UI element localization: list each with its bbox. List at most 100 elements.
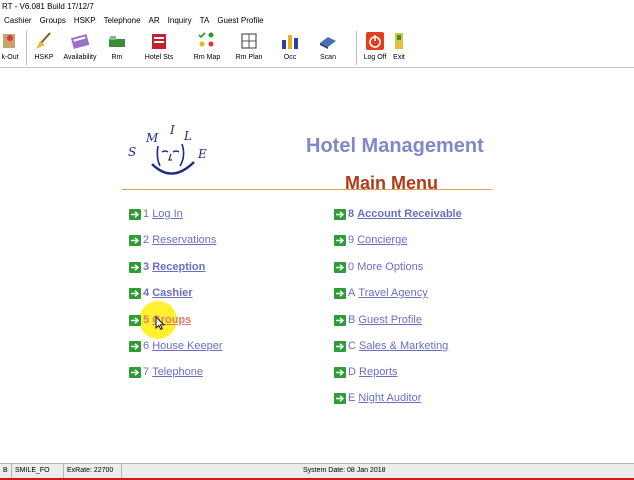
menu-telephone[interactable]: Telephone [104,14,141,28]
menu-item-label: Night Auditor [358,392,422,404]
logoff-button[interactable]: Log Off [360,30,390,66]
checkout-button[interactable]: k-Out [0,30,24,66]
menu-item-label: Travel Agency [358,287,428,299]
checkout-icon [0,30,21,52]
rm-map-button[interactable]: Rm Map [190,30,224,66]
menu-item-number: 7 [143,366,150,378]
arrow-right-icon [334,287,346,299]
menu-item-label: Sales & Marketing [359,340,449,352]
availability-button[interactable]: Availability [60,30,100,66]
menu-item-number: 3 [143,261,150,273]
arrow-right-icon [334,314,346,326]
logo-letter-m: M [145,131,159,145]
arrow-right-icon [129,340,141,352]
hskp-button[interactable]: HSKP [30,30,58,66]
arrow-right-icon [129,208,141,220]
menu-item-travel-agency[interactable]: A Travel Agency [334,286,428,300]
arrow-right-icon [334,208,346,220]
menu-item-number: C [348,340,356,352]
menu-item-label: More Options [357,261,424,273]
menu-item-log-in[interactable]: 1 Log In [129,207,183,221]
smile-logo: S M I L E [122,122,222,186]
menu-item-label: Concierge [357,234,408,246]
rm-button[interactable]: Rm [104,30,130,66]
arrow-right-icon [129,314,141,326]
status-bar: B SMILE_FO ExRate: 22700 System Date: 08… [0,463,634,478]
title-bar: RT - V6.081 Build 17/12/7 [0,0,634,14]
hotel-status-icon [148,30,170,52]
menu-item-number: 0 [348,261,355,273]
menu-item-reservations[interactable]: 2 Reservations [129,233,216,247]
availability-icon [69,30,91,52]
menu-item-number: 5 [143,314,150,326]
window-title: RT - V6.081 Build 17/12/7 [2,2,94,11]
scan-button[interactable]: Scan [314,30,342,66]
menu-item-number: A [348,287,356,299]
bed-icon [106,30,128,52]
menu-item-guest-profile[interactable]: B Guest Profile [334,313,422,327]
status-cell-b: B [0,464,12,478]
menu-item-number: 9 [348,234,355,246]
menu-ta[interactable]: TA [200,14,210,28]
arrow-right-icon [334,261,346,273]
menu-item-number: E [348,392,356,404]
toolbar: k-Out HSKP Availability Rm Hotel Sts Rm … [0,28,634,68]
logo-letter-i: I [169,123,175,137]
menu-ar[interactable]: AR [149,14,160,28]
arrow-right-icon [334,234,346,246]
page-subtitle: Main Menu [345,173,438,193]
menu-item-number: 8 [348,208,355,220]
menu-item-label: Telephone [152,366,203,378]
menu-hskp[interactable]: HSKP [74,14,96,28]
menu-item-telephone[interactable]: 7 Telephone [129,365,203,379]
status-exrate: ExRate: 22700 [64,464,122,478]
broom-icon [33,30,55,52]
status-system-date: System Date: 08 Jan 2018 [303,467,386,474]
menu-inquiry[interactable]: Inquiry [168,14,192,28]
logo-letter-s: S [128,145,136,159]
menu-cashier[interactable]: Cashier [4,14,32,28]
menu-item-number: 4 [143,287,150,299]
power-icon [364,30,386,52]
menu-item-sales-marketing[interactable]: C Sales & Marketing [334,339,448,353]
menu-item-number: 1 [143,208,150,220]
occ-button[interactable]: Occ [278,30,302,66]
hotel-sts-button[interactable]: Hotel Sts [142,30,176,66]
exit-door-icon [388,30,410,52]
menu-item-label: Reservations [152,234,217,246]
arrow-right-icon [334,366,346,378]
menu-item-cashier[interactable]: 4 Cashier [129,286,193,300]
menu-item-label: Account Receivable [357,208,462,220]
mouse-pointer-icon [155,315,166,332]
menu-item-reception[interactable]: 3 Reception [129,260,205,274]
menu-item-number: 2 [143,234,150,246]
status-user: SMILE_FO [12,464,64,478]
page-title: Hotel Management [306,135,484,157]
menu-item-label: Log In [152,208,183,220]
logo-letter-l: L [183,129,192,143]
menu-guest-profile[interactable]: Guest Profile [217,14,263,28]
menu-item-number: D [348,366,356,378]
exit-button[interactable]: Exit [390,30,408,66]
menu-item-number: B [348,314,356,326]
menu-item-concierge[interactable]: 9 Concierge [334,233,407,247]
arrow-right-icon [334,392,346,404]
menu-item-reports[interactable]: D Reports [334,365,398,379]
menu-bar: Cashier Groups HSKP Telephone AR Inquiry… [0,14,634,28]
menu-item-account-receivable[interactable]: 8 Account Receivable [334,207,462,221]
menu-item-label: Guest Profile [358,314,422,326]
menu-item-label: Cashier [152,287,193,299]
scanner-icon [317,30,339,52]
status-spacer [122,464,300,478]
rm-plan-button[interactable]: Rm Plan [234,30,264,66]
header-divider [122,189,492,190]
occupancy-chart-icon [279,30,301,52]
arrow-right-icon [334,340,346,352]
menu-item-label: Reports [359,366,398,378]
menu-item-house-keeper[interactable]: 6 House Keeper [129,339,223,353]
menu-item-label: Reception [152,261,206,273]
menu-item-night-auditor[interactable]: E Night Auditor [334,391,421,405]
arrow-right-icon [129,261,141,273]
menu-item-more-options[interactable]: 0 More Options [334,260,423,274]
menu-groups[interactable]: Groups [40,14,66,28]
